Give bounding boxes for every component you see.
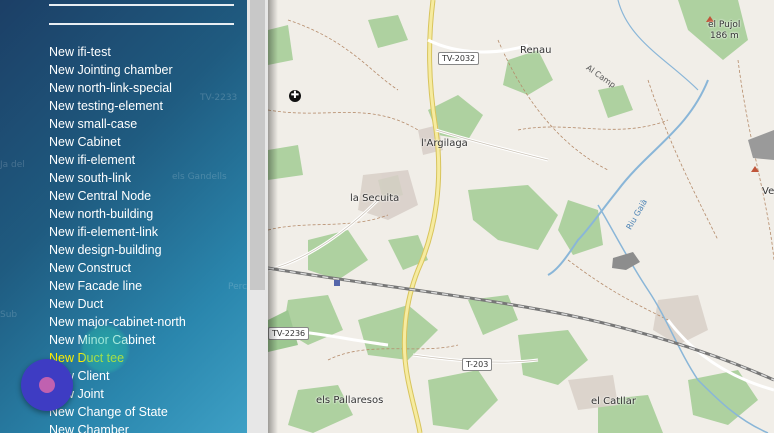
place-label-ve: Ve xyxy=(762,186,774,197)
map-edge-shadow xyxy=(268,0,278,433)
ghost-map-label: Sub xyxy=(0,310,18,320)
menu-item-new-small-case[interactable]: New small-case xyxy=(49,115,186,133)
place-label-secuita: la Secuita xyxy=(350,193,400,204)
menu-item-new-ifi-element-link[interactable]: New ifi-element-link xyxy=(49,223,186,241)
menu-item-new-central-node[interactable]: New Central Node xyxy=(49,187,186,205)
circle-dot-icon xyxy=(39,377,55,393)
road-shield-t203: T-203 xyxy=(462,358,493,371)
map-tiles xyxy=(268,0,774,433)
ghost-map-label: Perc xyxy=(228,282,247,292)
menu-item-new-chamber[interactable]: New Chamber xyxy=(49,421,186,433)
map-marker-icon[interactable]: ✚ xyxy=(289,90,301,102)
place-label-pujol: el Pujol xyxy=(708,20,741,30)
menu-item-new-testing-element[interactable]: New testing-element xyxy=(49,97,186,115)
menu-item-new-duct[interactable]: New Duct xyxy=(49,295,186,313)
place-label-argilaga: l'Argilaga xyxy=(421,138,468,149)
menu-item-new-ifi-element[interactable]: New ifi-element xyxy=(49,151,186,169)
menu-item-new-north-building[interactable]: New north-building xyxy=(49,205,186,223)
menu-item-new-construct[interactable]: New Construct xyxy=(49,259,186,277)
menu-item-new-ifi-test[interactable]: New ifi-test xyxy=(49,43,186,61)
scrollbar-thumb[interactable] xyxy=(250,0,265,290)
ghost-map-label: Ja del xyxy=(0,160,25,170)
sidebar-divider xyxy=(49,23,234,25)
sidebar-scrollbar[interactable] xyxy=(247,0,268,433)
ghost-map-label: TV-2233 xyxy=(200,93,238,103)
menu-item-new-change-of-state[interactable]: New Change of State xyxy=(49,403,186,421)
road-shield-tv2032: TV-2032 xyxy=(438,52,480,65)
menu-item-new-facade-line[interactable]: New Facade line xyxy=(49,277,186,295)
map-view[interactable]: Renau l'Argilaga la Secuita els Pallares… xyxy=(268,0,774,433)
floating-action-button[interactable] xyxy=(21,359,73,411)
menu-item-new-cabinet[interactable]: New Cabinet xyxy=(49,133,186,151)
place-label-catllar: el Catllar xyxy=(591,396,636,407)
menu-item-new-design-building[interactable]: New design-building xyxy=(49,241,186,259)
place-label-pallaresos: els Pallaresos xyxy=(316,395,384,406)
click-ripple xyxy=(80,324,130,374)
menu-item-new-north-link-special[interactable]: New north-link-special xyxy=(49,79,186,97)
menu-item-new-south-link[interactable]: New south-link xyxy=(49,169,186,187)
menu-item-new-jointing-chamber[interactable]: New Jointing chamber xyxy=(49,61,186,79)
place-label-pujol-elevation: 186 m xyxy=(710,31,739,41)
place-label-renau: Renau xyxy=(520,45,552,56)
sidebar-divider xyxy=(49,4,234,6)
